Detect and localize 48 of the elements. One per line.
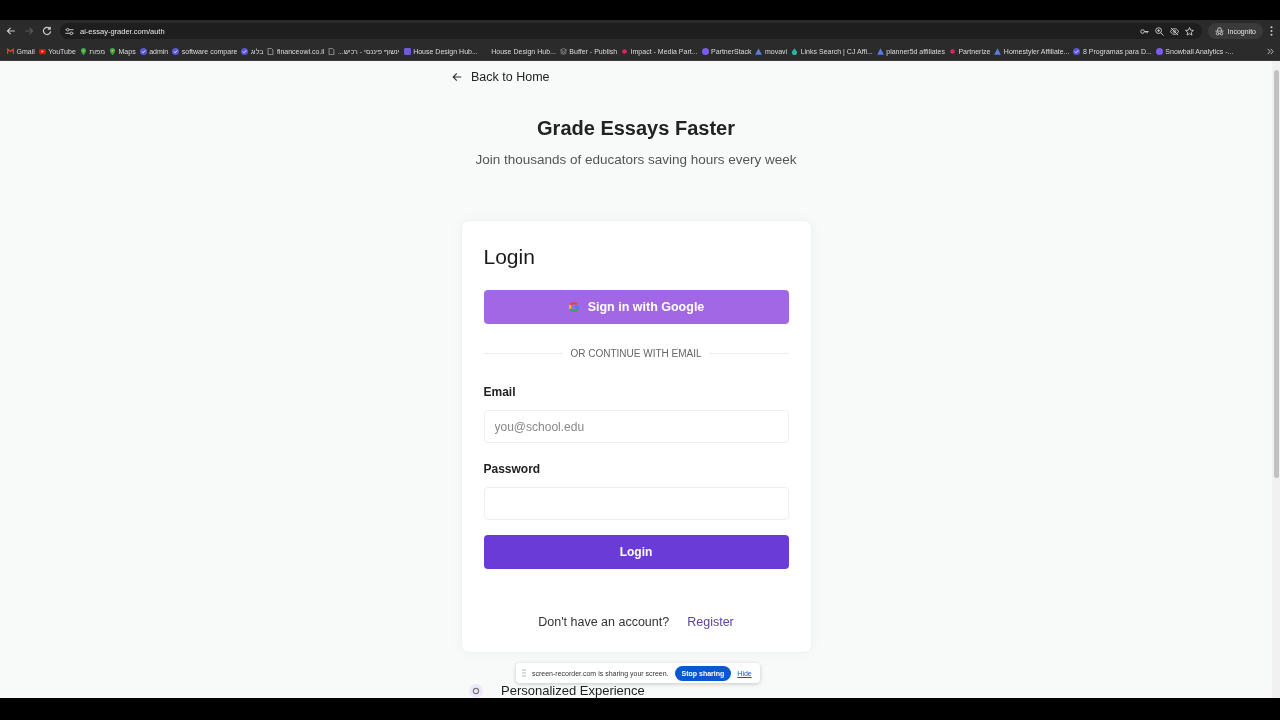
page-icon — [267, 47, 275, 55]
triangle-icon — [876, 47, 884, 55]
field-label: Email — [483, 384, 517, 400]
map-pin-icon — [79, 47, 87, 55]
colored-g-icon — [567, 301, 580, 313]
card-heading: Login — [483, 244, 536, 270]
play-icon — [38, 47, 46, 55]
check-badge-icon — [241, 47, 249, 55]
grip-icon[interactable] — [522, 669, 526, 677]
back-link[interactable]: Back to Home — [452, 70, 550, 84]
drop-icon — [791, 47, 799, 55]
page-subtitle: Join thousands of educators saving hours every week — [474, 151, 798, 169]
reload-icon[interactable] — [42, 26, 52, 36]
sign-in-button[interactable]: Sign in with Google — [483, 290, 789, 324]
double-chevron-icon[interactable] — [1267, 47, 1274, 55]
hat-glasses-icon — [1214, 26, 1224, 36]
triangle-icon — [994, 47, 1002, 55]
menu-icon[interactable] — [1270, 26, 1273, 36]
login-button[interactable]: Login — [483, 535, 789, 569]
field-label: Password — [483, 461, 542, 477]
check-badge-icon — [139, 47, 147, 55]
arrow-left-icon — [452, 72, 462, 82]
square-icon — [403, 47, 411, 55]
layers-icon — [559, 47, 567, 55]
eye-off-icon[interactable] — [1169, 26, 1179, 36]
mail-icon — [7, 47, 14, 55]
page-icon — [328, 47, 336, 55]
key-icon[interactable] — [1139, 26, 1149, 36]
check-badge-icon — [1073, 47, 1081, 55]
scrollbar-thumb[interactable] — [1273, 70, 1279, 478]
dot-icon — [621, 47, 629, 55]
feature-title: Personalized Experience — [501, 684, 645, 698]
arrow-left-icon[interactable] — [6, 26, 16, 36]
circle-icon — [1155, 47, 1163, 55]
circle-icon — [701, 47, 709, 55]
divider-text: OR CONTINUE WITH EMAIL — [570, 347, 702, 359]
map-pin-icon — [109, 47, 117, 55]
register-link[interactable]: Register — [687, 614, 734, 630]
input-field[interactable]: you@school.edu — [483, 410, 789, 443]
register-prompt: Don't have an account? — [538, 614, 670, 630]
page-title: Grade Essays Faster — [536, 116, 736, 140]
star-icon[interactable] — [1184, 26, 1194, 36]
triangle-icon — [755, 47, 763, 55]
zoom-in-icon[interactable] — [1154, 26, 1164, 36]
dot-icon — [948, 47, 956, 55]
check-badge-icon — [172, 47, 180, 55]
circle-icon — [469, 684, 483, 698]
tune-icon[interactable] — [65, 26, 74, 36]
